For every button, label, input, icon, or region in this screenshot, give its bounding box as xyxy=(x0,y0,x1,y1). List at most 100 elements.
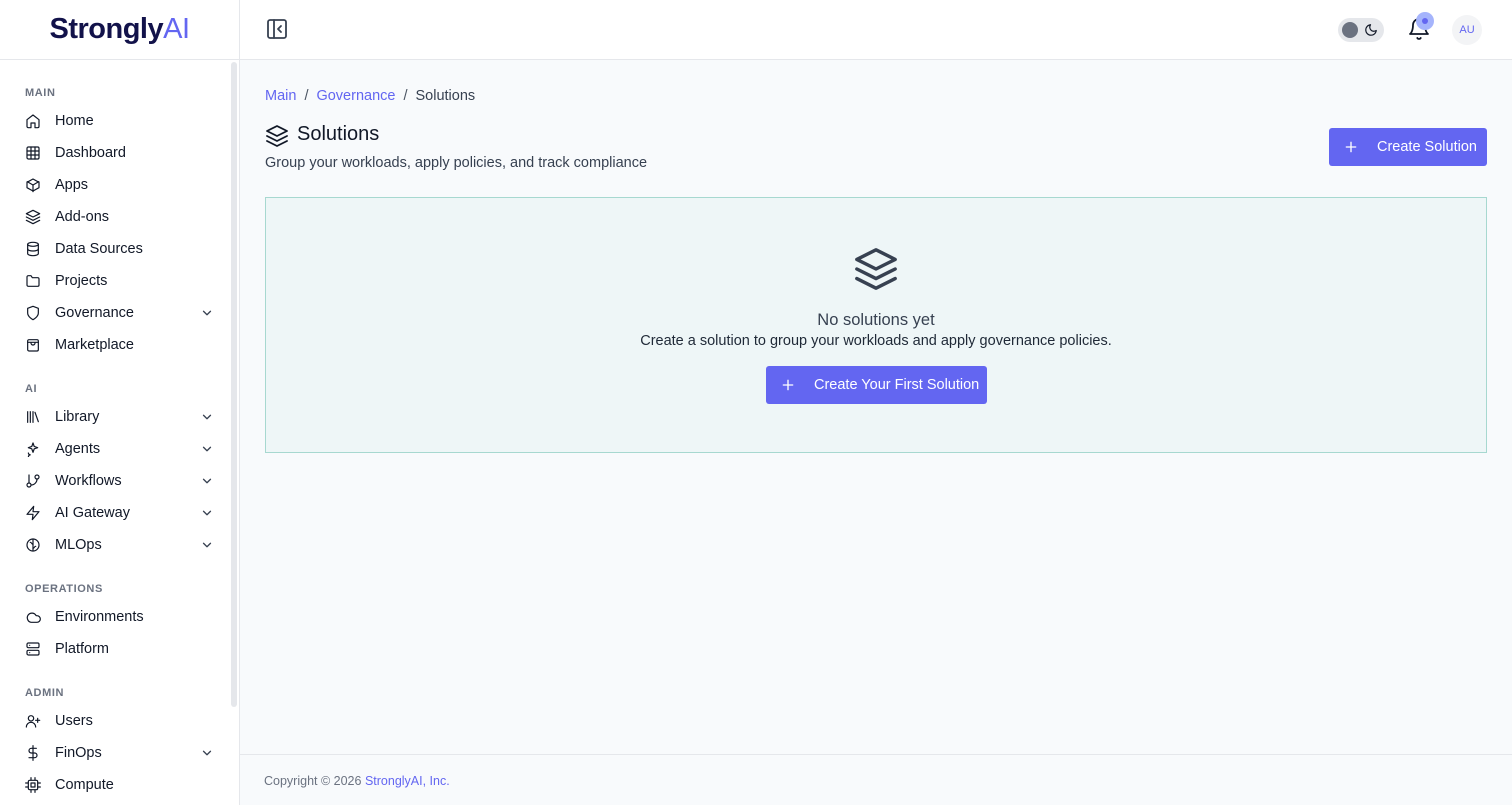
breadcrumb: Main / Governance / Solutions xyxy=(265,88,475,104)
box-icon xyxy=(25,177,41,193)
sidebar-item-library[interactable]: Library xyxy=(0,401,228,433)
create-solution-label: Create Solution xyxy=(1377,139,1477,155)
sidebar: StronglyAI MAIN Home Dashboard Apps Add-ons D… xyxy=(0,0,240,805)
brain-icon xyxy=(25,537,41,553)
sidebar-item-ai-gateway[interactable]: AI Gateway xyxy=(0,497,228,529)
section-label-admin: ADMIN xyxy=(25,687,65,699)
sidebar-item-governance[interactable]: Governance xyxy=(0,297,228,329)
breadcrumb-governance[interactable]: Governance xyxy=(316,88,395,104)
create-solution-button[interactable]: Create Solution xyxy=(1329,128,1487,166)
layers-icon xyxy=(265,124,289,148)
chevron-down-icon[interactable] xyxy=(200,442,214,456)
sidebar-item-label: Compute xyxy=(55,777,114,793)
shopping-bag-icon xyxy=(25,337,41,353)
brand-header: StronglyAI xyxy=(0,0,239,60)
breadcrumb-main[interactable]: Main xyxy=(265,88,296,104)
sidebar-item-projects[interactable]: Projects xyxy=(0,265,228,297)
empty-state-panel: No solutions yet Create a solution to gr… xyxy=(265,197,1487,453)
sidebar-toggle-icon[interactable] xyxy=(265,17,289,41)
avatar[interactable]: AU xyxy=(1452,15,1482,45)
brand-name-light: AI xyxy=(163,13,190,45)
top-bar: AU xyxy=(240,0,1512,60)
sidebar-item-label: Environments xyxy=(55,609,144,625)
sidebar-item-compute[interactable]: Compute xyxy=(0,769,228,801)
git-branch-icon xyxy=(25,473,41,489)
sidebar-item-label: Marketplace xyxy=(55,337,134,353)
cpu-icon xyxy=(25,777,41,793)
sidebar-item-label: Add-ons xyxy=(55,209,110,225)
theme-toggle[interactable] xyxy=(1338,18,1384,42)
sidebar-item-add-ons[interactable]: Add-ons xyxy=(0,201,228,233)
sidebar-item-label: Workflows xyxy=(55,473,122,489)
plus-icon xyxy=(1343,139,1359,155)
footer: Copyright © 2026 StronglyAI, Inc. xyxy=(240,754,1512,805)
sidebar-item-apps[interactable]: Apps xyxy=(0,169,228,201)
copyright-text: Copyright © 2026 StronglyAI, Inc. xyxy=(264,774,450,788)
page-title: Solutions xyxy=(297,123,380,145)
chevron-down-icon[interactable] xyxy=(200,474,214,488)
sidebar-item-data-sources[interactable]: Data Sources xyxy=(0,233,228,265)
zap-icon xyxy=(25,505,41,521)
sidebar-scrollbar[interactable] xyxy=(231,62,237,707)
notification-badge xyxy=(1416,12,1434,30)
sidebar-item-mlops[interactable]: MLOps xyxy=(0,529,228,561)
theme-toggle-knob xyxy=(1342,22,1358,38)
moon-icon xyxy=(1364,23,1378,37)
page-subtitle: Group your workloads, apply policies, an… xyxy=(265,155,648,171)
layers-icon xyxy=(25,209,41,225)
shield-icon xyxy=(25,305,41,321)
sidebar-item-label: Users xyxy=(55,713,93,729)
section-label-ai: AI xyxy=(25,383,38,395)
copyright-prefix: Copyright © 2026 xyxy=(264,774,365,788)
chevron-down-icon[interactable] xyxy=(200,306,214,320)
sidebar-item-agents[interactable]: Agents xyxy=(0,433,228,465)
sidebar-item-label: Projects xyxy=(55,273,108,289)
plus-icon xyxy=(780,377,796,393)
sidebar-item-workflows[interactable]: Workflows xyxy=(0,465,228,497)
user-plus-icon xyxy=(25,713,41,729)
sidebar-item-label: Data Sources xyxy=(55,241,143,257)
folder-icon xyxy=(25,273,41,289)
company-link[interactable]: StronglyAI, Inc. xyxy=(365,774,450,788)
breadcrumb-separator: / xyxy=(403,88,408,104)
sidebar-item-label: Home xyxy=(55,113,94,129)
sidebar-item-marketplace[interactable]: Marketplace xyxy=(0,329,228,361)
chevron-down-icon[interactable] xyxy=(200,410,214,424)
sidebar-item-finops[interactable]: FinOps xyxy=(0,737,228,769)
sidebar-item-environments[interactable]: Environments xyxy=(0,601,228,633)
empty-state-title: No solutions yet xyxy=(817,311,935,329)
sidebar-item-label: AI Gateway xyxy=(55,505,130,521)
sidebar-item-label: MLOps xyxy=(55,537,102,553)
chevron-down-icon[interactable] xyxy=(200,746,214,760)
home-icon xyxy=(25,113,41,129)
sidebar-item-label: Governance xyxy=(55,305,134,321)
database-icon xyxy=(25,241,41,257)
section-label-main: MAIN xyxy=(25,87,56,99)
sidebar-item-users[interactable]: Users xyxy=(0,705,228,737)
sidebar-item-label: FinOps xyxy=(55,745,102,761)
sparkles-icon xyxy=(25,441,41,457)
dollar-icon xyxy=(25,745,41,761)
cloud-icon xyxy=(25,609,41,625)
sidebar-item-label: Platform xyxy=(55,641,109,657)
sidebar-item-label: Library xyxy=(55,409,100,425)
sidebar-item-label: Dashboard xyxy=(55,145,126,161)
create-first-solution-button[interactable]: Create Your First Solution xyxy=(766,366,987,404)
create-first-solution-label: Create Your First Solution xyxy=(814,377,980,393)
chevron-down-icon[interactable] xyxy=(200,538,214,552)
sidebar-item-dashboard[interactable]: Dashboard xyxy=(0,137,228,169)
empty-state-description: Create a solution to group your workload… xyxy=(640,333,1112,349)
sidebar-item-label: Agents xyxy=(55,441,101,457)
sidebar-item-platform[interactable]: Platform xyxy=(0,633,228,665)
brand-name-bold: Strongly xyxy=(49,13,164,45)
library-icon xyxy=(25,409,41,425)
brand-logo[interactable]: StronglyAI xyxy=(49,13,190,46)
section-label-operations: OPERATIONS xyxy=(25,583,103,595)
layers-icon xyxy=(853,246,899,292)
sidebar-item-home[interactable]: Home xyxy=(0,105,228,137)
chevron-down-icon[interactable] xyxy=(200,506,214,520)
sidebar-item-label: Apps xyxy=(55,177,89,193)
server-icon xyxy=(25,641,41,657)
grid-icon xyxy=(25,145,41,161)
breadcrumb-current: Solutions xyxy=(415,88,476,104)
